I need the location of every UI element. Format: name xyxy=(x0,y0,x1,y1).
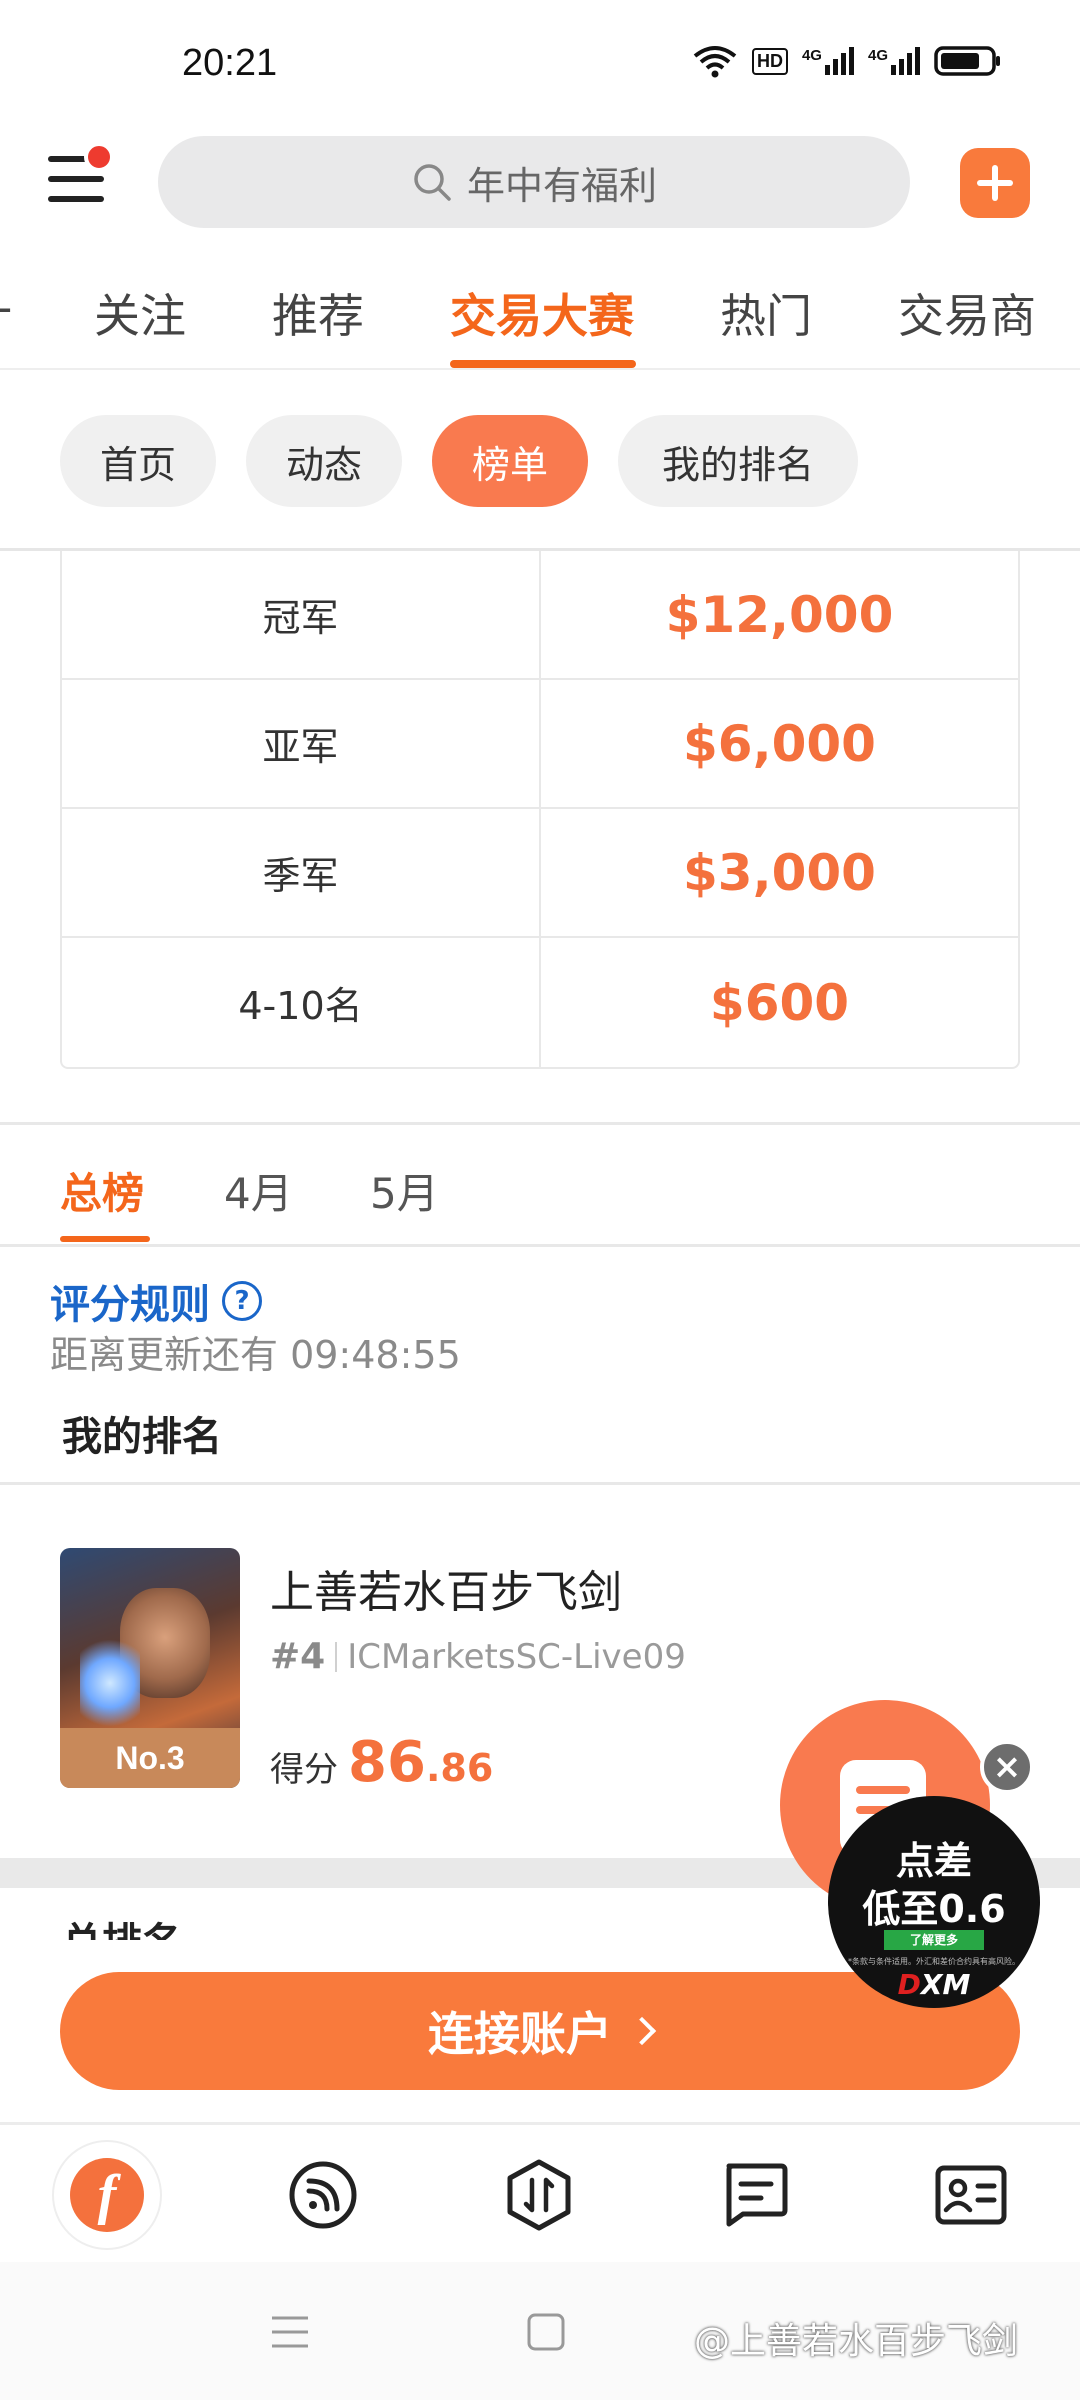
user-server: ICMarketsSC-Live09 xyxy=(347,1636,686,1677)
prize-place: 亚军 xyxy=(62,680,541,807)
logo-text: XM xyxy=(920,1968,971,2001)
divider xyxy=(0,1482,1080,1485)
prize-row: 冠军 $12,000 xyxy=(62,551,1018,680)
my-rank-title: 我的排名 xyxy=(62,1414,222,1460)
nav-trade[interactable] xyxy=(484,2140,594,2250)
menu-button[interactable] xyxy=(44,142,114,210)
hd-icon: HD xyxy=(751,47,788,75)
logo-prefix: D xyxy=(897,1968,921,2001)
tab-brokers[interactable]: 交易商 xyxy=(898,280,1036,346)
search-bar[interactable]: 年中有福利 xyxy=(158,136,910,228)
nav-feed[interactable] xyxy=(268,2140,378,2250)
prize-table: 冠军 $12,000 亚军 $6,000 季军 $3,000 4-10名 $60… xyxy=(60,551,1020,1069)
prize-amount: $12,000 xyxy=(665,585,894,644)
close-icon[interactable]: × xyxy=(980,1740,1034,1794)
prize-row: 季军 $3,000 xyxy=(62,809,1018,938)
tab-underline xyxy=(60,1236,150,1242)
divider xyxy=(0,2122,1080,2125)
tab-underline xyxy=(450,360,636,368)
status-icons: HD 4G 4G xyxy=(692,44,1002,78)
tab-recommend[interactable]: 推荐 xyxy=(272,280,364,346)
connect-account-label: 连接账户 xyxy=(428,2007,612,2061)
ad-fine-print: *条款与条件适用。外汇和差价合约具有高风险。 xyxy=(848,1957,1020,1966)
search-icon xyxy=(414,164,451,201)
signal-4g-icon: 4G xyxy=(868,47,920,75)
net-label: 4G xyxy=(867,47,888,64)
watermark: @上善若水百步飞剑 xyxy=(694,2321,1019,2362)
prize-place: 冠军 xyxy=(62,551,541,678)
tab-overall[interactable]: 总榜 xyxy=(60,1160,144,1221)
avatar[interactable]: No.3 xyxy=(60,1548,240,1788)
score-value: 86 xyxy=(348,1730,426,1795)
doc-line xyxy=(856,1786,910,1794)
score-label: 得分 xyxy=(270,1750,338,1790)
prize-amount: $3,000 xyxy=(683,843,876,902)
prize-row: 亚军 $6,000 xyxy=(62,680,1018,809)
pill-my-rank[interactable]: 我的排名 xyxy=(618,415,858,507)
pill-leaderboard[interactable]: 榜单 xyxy=(432,415,588,507)
score-row: 得分 86 .86 xyxy=(270,1730,493,1795)
divider xyxy=(0,1244,1080,1247)
xm-logo: DXM xyxy=(828,1968,1040,2001)
prize-amount: $600 xyxy=(709,973,850,1032)
ad-title: 点差 xyxy=(895,1839,972,1883)
tab-partial[interactable]: 计 xyxy=(0,280,12,346)
ad-learn-more[interactable]: 了解更多 xyxy=(884,1930,984,1950)
update-countdown: 距离更新还有 09:48:55 xyxy=(50,1333,461,1377)
tab-follow[interactable]: 关注 xyxy=(94,280,186,346)
tab-trading-contest[interactable]: 交易大赛 xyxy=(450,280,634,346)
profile-card-icon xyxy=(935,2165,1007,2225)
battery-icon xyxy=(934,46,1000,76)
pill-activity[interactable]: 动态 xyxy=(246,415,402,507)
nav-profile[interactable] xyxy=(916,2140,1026,2250)
tab-may[interactable]: 5月 xyxy=(370,1160,439,1221)
recents-icon[interactable] xyxy=(270,2312,310,2352)
tab-april[interactable]: 4月 xyxy=(224,1160,293,1221)
prize-place: 4-10名 xyxy=(62,938,541,1067)
scoring-rules-label: 评分规则 xyxy=(50,1282,210,1328)
overall-ranking-title: 总排名 xyxy=(62,1920,182,1944)
top-tabs: 计 关注 推荐 交易大赛 热门 交易商 xyxy=(0,270,1080,370)
prize-row: 4-10名 $600 xyxy=(62,938,1018,1067)
avatar-glow xyxy=(80,1638,140,1728)
notification-dot xyxy=(84,142,114,172)
ad-banner[interactable]: 点差 低至0.6 了解更多 *条款与条件适用。外汇和差价合约具有高风险。 DXM xyxy=(828,1796,1040,2008)
divider xyxy=(0,368,1080,370)
search-placeholder: 年中有福利 xyxy=(466,163,657,208)
nav-home[interactable]: f xyxy=(52,2140,162,2250)
home-logo-icon: f xyxy=(70,2158,144,2232)
tab-hot[interactable]: 热门 xyxy=(720,280,812,346)
menu-icon-line xyxy=(48,176,104,182)
signal-4g-icon: 4G xyxy=(802,47,854,75)
user-rank: #4 xyxy=(270,1636,326,1677)
ad-subtitle: 低至0.6 xyxy=(862,1887,1006,1931)
user-name[interactable]: 上善若水百步飞剑 xyxy=(270,1556,622,1620)
help-icon: ? xyxy=(222,1281,262,1321)
pill-home[interactable]: 首页 xyxy=(60,415,216,507)
wifi-icon xyxy=(693,46,737,78)
feed-icon xyxy=(289,2161,357,2229)
divider xyxy=(0,1122,1080,1125)
add-button[interactable] xyxy=(960,148,1030,218)
separator xyxy=(335,1641,338,1672)
menu-icon-line xyxy=(48,196,104,202)
net-label: 4G xyxy=(801,47,822,64)
status-time: 20:21 xyxy=(182,42,278,84)
home-icon[interactable] xyxy=(526,2312,566,2352)
message-icon xyxy=(726,2163,788,2227)
user-meta: #4 ICMarketsSC-Live09 xyxy=(270,1636,686,1677)
score-decimal: .86 xyxy=(425,1746,494,1790)
trade-icon xyxy=(507,2159,571,2231)
nav-messages[interactable] xyxy=(700,2140,810,2250)
chevron-right-icon xyxy=(627,2016,657,2046)
rank-badge: No.3 xyxy=(60,1728,240,1788)
scoring-rules-link[interactable]: 评分规则 ? xyxy=(50,1272,262,1330)
prize-amount: $6,000 xyxy=(683,714,876,773)
prize-place: 季军 xyxy=(62,809,541,936)
